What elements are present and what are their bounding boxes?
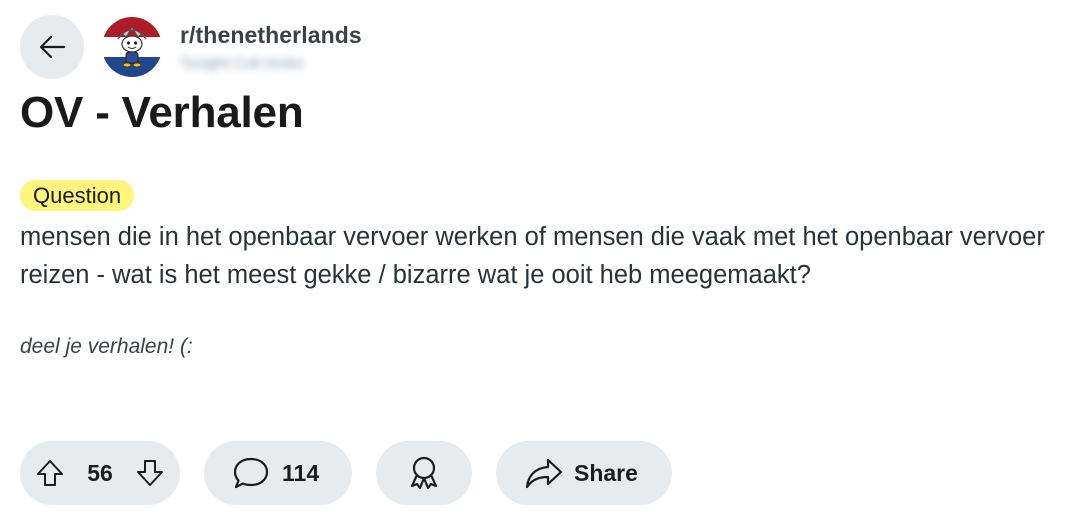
vote-control: 56 (20, 441, 180, 505)
comment-bubble-icon (232, 456, 270, 490)
post-title: OV - Verhalen (20, 88, 304, 137)
comment-count: 114 (282, 459, 320, 486)
post-body: mensen die in het openbaar vervoer werke… (20, 223, 1045, 289)
author-username[interactable]: Tonight-Cult-Ambo (180, 55, 362, 72)
share-arrow-icon (524, 456, 564, 490)
share-label: Share (574, 459, 638, 486)
arrow-left-icon (37, 32, 67, 62)
post-meta: r/thenetherlands Tonight-Cult-Ambo (180, 22, 362, 72)
score-count: 56 (87, 459, 113, 486)
snoo-mascot-icon (117, 26, 147, 68)
share-button[interactable]: Share (496, 441, 672, 505)
subreddit-avatar[interactable] (102, 17, 162, 77)
award-button[interactable] (376, 441, 472, 505)
arrow-down-icon[interactable] (135, 458, 165, 488)
post-flair[interactable]: Question (20, 180, 135, 211)
back-button[interactable] (20, 15, 84, 79)
award-icon (406, 454, 442, 492)
post-header: r/thenetherlands Tonight-Cult-Ambo (20, 14, 362, 80)
arrow-up-icon[interactable] (35, 458, 65, 488)
subreddit-link[interactable]: r/thenetherlands (180, 22, 362, 49)
action-bar: 56 114 Share (20, 441, 672, 505)
post-body-italic: deel je verhalen! (: (20, 335, 193, 358)
comments-button[interactable]: 114 (204, 441, 352, 505)
